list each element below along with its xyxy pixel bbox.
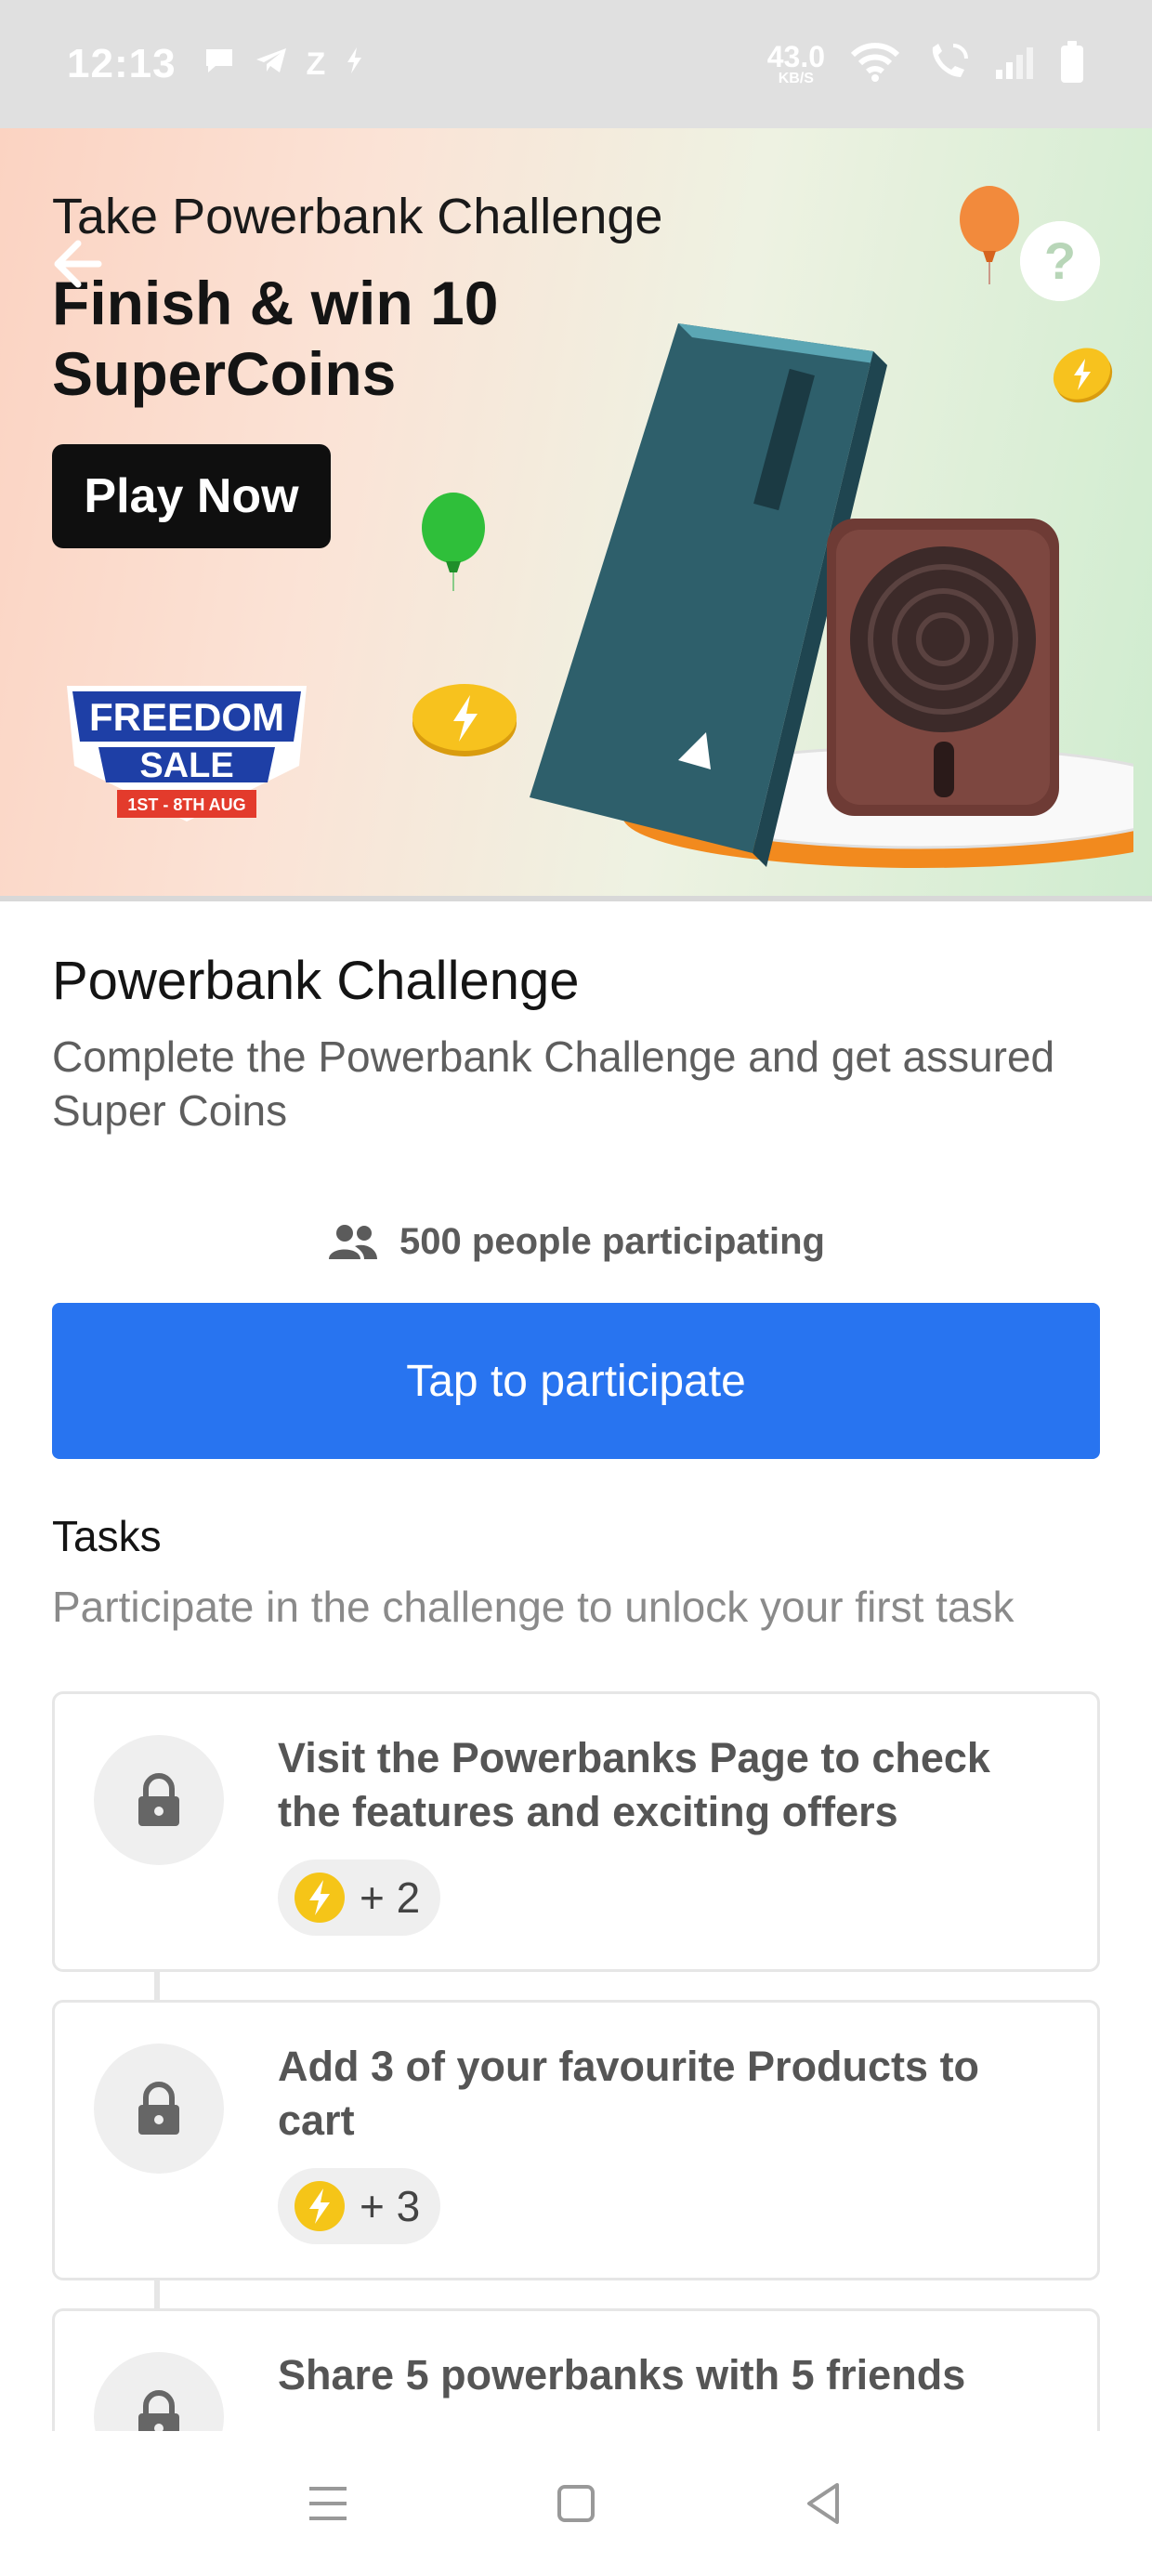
badge-dates: 1ST - 8TH AUG: [127, 795, 245, 814]
banner-divider: [0, 896, 1152, 901]
participate-button[interactable]: Tap to participate: [52, 1303, 1100, 1459]
tasks-heading: Tasks: [52, 1512, 162, 1560]
task-connector: [154, 1972, 160, 2004]
tasks-subheading: Participate in the challenge to unlock y…: [52, 1583, 1015, 1631]
balloon-green-icon: [422, 493, 485, 591]
balloon-orange-icon: [960, 186, 1019, 284]
system-nav-bar: [0, 2431, 1152, 2576]
task-reward: + 3: [278, 2168, 441, 2244]
task-reward-value: + 2: [360, 1873, 421, 1922]
supercoin-icon: [295, 2181, 345, 2231]
task-text: Add 3 of your favourite Products to cart: [278, 2043, 980, 2144]
back-nav-icon[interactable]: [798, 2477, 850, 2530]
lock-icon: [94, 2352, 224, 2431]
scroll-viewport[interactable]: Take Powerbank Challenge Finish & win 10…: [0, 0, 1152, 2431]
task-reward-value: + 3: [360, 2182, 421, 2230]
promo-banner[interactable]: Take Powerbank Challenge Finish & win 10…: [0, 128, 1152, 898]
lock-icon: [94, 1735, 224, 1865]
task-card[interactable]: Add 3 of your favourite Products to cart…: [52, 2000, 1100, 2280]
task-text: Visit the Powerbanks Page to check the f…: [278, 1734, 990, 1835]
challenge-title: Powerbank Challenge: [52, 951, 580, 1011]
play-now-button[interactable]: Play Now: [52, 444, 331, 548]
freedom-sale-badge: FREEDOM SALE 1ST - 8TH AUG: [67, 686, 307, 821]
supercoin-icon: [1053, 348, 1113, 403]
task-card[interactable]: Share 5 powerbanks with 5 friends: [52, 2308, 1100, 2431]
badge-line1: FREEDOM: [89, 695, 284, 739]
lock-icon: [94, 2044, 224, 2174]
banner-headline: Finish & win 10 SuperCoins: [52, 269, 499, 408]
task-card[interactable]: Visit the Powerbanks Page to check the f…: [52, 1691, 1100, 1972]
menu-icon[interactable]: [302, 2477, 354, 2530]
home-icon[interactable]: [550, 2477, 602, 2530]
badge-line2: SALE: [139, 746, 233, 785]
supercoin-icon: [412, 684, 517, 756]
supercoin-icon: [295, 1873, 345, 1923]
help-icon[interactable]: ?: [1020, 221, 1100, 301]
participants-count: 500 people participating: [52, 1221, 1100, 1263]
people-icon: [329, 1224, 378, 1259]
banner-subheading: Take Powerbank Challenge: [52, 189, 663, 244]
back-arrow-icon[interactable]: [37, 230, 104, 297]
participants-label: 500 people participating: [399, 1221, 825, 1262]
task-text: Share 5 powerbanks with 5 friends: [278, 2351, 966, 2399]
task-reward: + 2: [278, 1860, 441, 1936]
powerbank-product-image: [530, 323, 1133, 868]
challenge-description: Complete the Powerbank Challenge and get…: [52, 1032, 1055, 1135]
task-connector: [154, 2280, 160, 2312]
svg-text:?: ?: [1044, 231, 1076, 290]
